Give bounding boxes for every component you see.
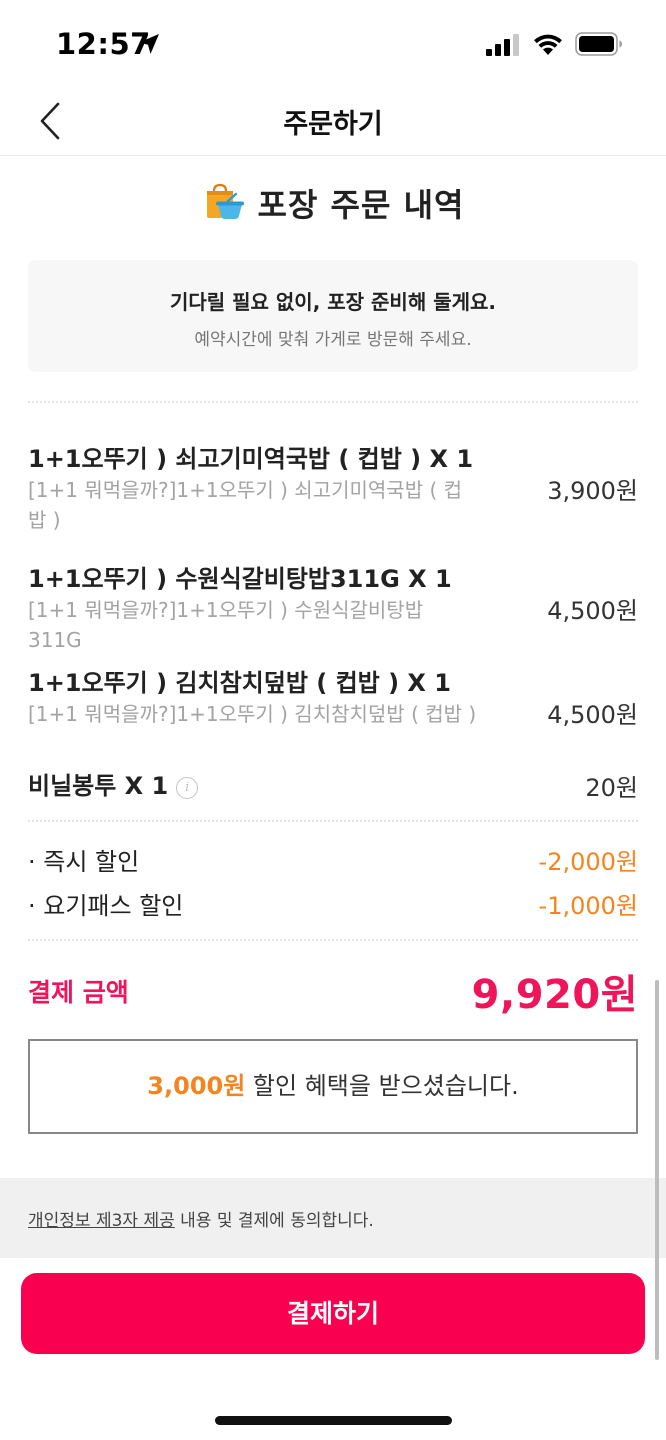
- divider: [28, 401, 638, 403]
- bag-name-label: 비닐봉투 X 1: [28, 772, 169, 800]
- location-arrow-icon: [139, 34, 159, 54]
- info-main-text: 기다릴 필요 없이, 포장 준비해 둘게요.: [169, 290, 496, 314]
- agreement-text: 개인정보 제3자 제공 내용 및 결제에 동의합니다.: [28, 1206, 374, 1231]
- benefit-box: 3,000원 할인 혜택을 받으셨습니다.: [28, 1039, 638, 1134]
- order-item: 1+1오뚜기 ) 수원식갈비탕밥311G X 1 [1+1 뭐먹을까?]1+1오…: [28, 559, 638, 655]
- shopping-bag-icon: [206, 183, 244, 219]
- discount-label: · 요기패스 할인: [28, 892, 184, 920]
- discount-row: · 즉시 할인 -2,000원: [28, 842, 638, 876]
- bag-item: 비닐봉투 X 1 i 20원: [28, 766, 638, 802]
- section-header: 포장 주문 내역: [0, 180, 666, 232]
- cellular-signal-icon: [486, 34, 519, 56]
- divider: [28, 820, 638, 822]
- item-desc: [1+1 뭐먹을까?]1+1오뚜기 ) 수원식갈비탕밥 311G: [28, 598, 424, 652]
- discount-row: · 요기패스 할인 -1,000원: [28, 886, 638, 920]
- battery-icon: [575, 32, 622, 56]
- info-icon[interactable]: i: [176, 777, 199, 799]
- wifi-icon: [534, 34, 562, 55]
- pay-button[interactable]: 결제하기: [21, 1273, 645, 1354]
- bag-price: 20원: [585, 774, 638, 802]
- bag-name: 비닐봉투 X 1 i: [28, 766, 638, 801]
- pickup-info-box: 기다릴 필요 없이, 포장 준비해 둘게요. 예약시간에 맞춰 가게로 방문해 …: [28, 260, 638, 372]
- agreement-strip: 개인정보 제3자 제공 내용 및 결제에 동의합니다.: [0, 1178, 666, 1258]
- item-price: 4,500원: [547, 597, 638, 625]
- item-price: 3,900원: [547, 477, 638, 505]
- item-price: 4,500원: [547, 701, 638, 729]
- discount-value: -2,000원: [538, 848, 638, 876]
- item-name: 1+1오뚜기 ) 김치참치덮밥 ( 컵밥 ) X 1: [28, 669, 451, 697]
- item-desc: [1+1 뭐먹을까?]1+1오뚜기 ) 쇠고기미역국밥 ( 컵밥 ): [28, 478, 463, 532]
- status-bar: 12:57: [0, 0, 666, 90]
- home-indicator: [215, 1416, 452, 1425]
- nav-bar: 주문하기: [0, 90, 666, 156]
- info-sub-text: 예약시간에 맞춰 가게로 방문해 주세요.: [194, 330, 472, 350]
- scrollbar-thumb[interactable]: [655, 980, 659, 1360]
- page-title: 주문하기: [283, 109, 383, 140]
- item-name: 1+1오뚜기 ) 수원식갈비탕밥311G X 1: [28, 565, 452, 593]
- discount-label: · 즉시 할인: [28, 848, 140, 876]
- total-amount: 9,920원: [471, 972, 638, 1018]
- item-desc: [1+1 뭐먹을까?]1+1오뚜기 ) 김치참치덮밥 ( 컵밥 ): [28, 702, 477, 726]
- order-item: 1+1오뚜기 ) 쇠고기미역국밥 ( 컵밥 ) X 1 [1+1 뭐먹을까?]1…: [28, 439, 638, 539]
- benefit-text: 할인 혜택을 받으셨습니다.: [245, 1072, 519, 1100]
- order-item: 1+1오뚜기 ) 김치참치덮밥 ( 컵밥 ) X 1 [1+1 뭐먹을까?]1+…: [28, 663, 638, 759]
- agreement-suffix: 내용 및 결제에 동의합니다.: [174, 1211, 374, 1231]
- benefit-amount: 3,000원: [147, 1072, 246, 1100]
- discount-value: -1,000원: [538, 892, 638, 920]
- item-name: 1+1오뚜기 ) 쇠고기미역국밥 ( 컵밥 ) X 1: [28, 445, 474, 473]
- section-title: 포장 주문 내역: [257, 186, 465, 224]
- divider: [28, 939, 638, 941]
- total-label: 결제 금액: [28, 978, 129, 1007]
- privacy-third-party-link[interactable]: 개인정보 제3자 제공: [28, 1211, 175, 1231]
